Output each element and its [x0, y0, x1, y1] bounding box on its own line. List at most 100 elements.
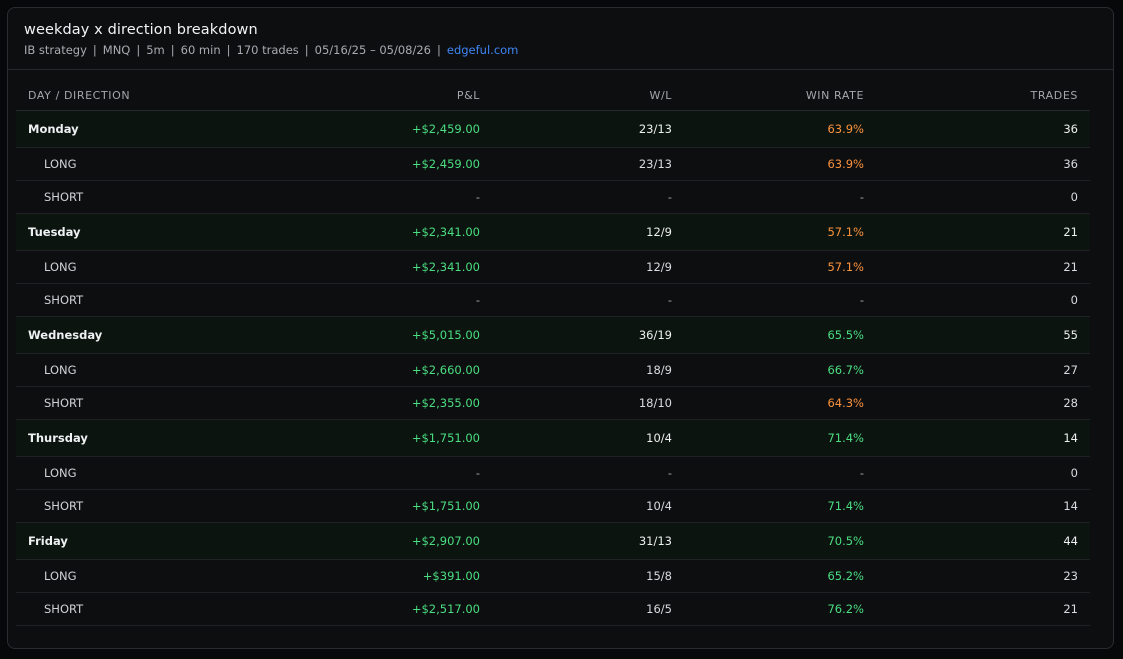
direction-row: LONG +$2,459.00 23/13 63.9% 36 — [16, 147, 1090, 181]
cell-label: SHORT — [16, 283, 193, 317]
cell-pnl: +$2,907.00 — [193, 522, 492, 560]
direction-row: SHORT +$1,751.00 10/4 71.4% 14 — [16, 489, 1090, 523]
cell-trades: 36 — [876, 147, 1090, 181]
cell-wl: 36/19 — [492, 316, 684, 354]
cell-trades: 14 — [876, 419, 1090, 457]
cell-pnl: +$2,459.00 — [193, 110, 492, 148]
cell-wl: 10/4 — [492, 419, 684, 457]
cell-win-rate: 65.2% — [684, 559, 876, 593]
cell-label: SHORT — [16, 489, 193, 523]
direction-row: SHORT +$2,355.00 18/10 64.3% 28 — [16, 386, 1090, 420]
cell-pnl: +$2,355.00 — [193, 386, 492, 420]
direction-row: SHORT - - -0 — [16, 180, 1090, 214]
direction-row: LONG +$391.00 15/8 65.2% 23 — [16, 559, 1090, 593]
subtitle-date-range: 05/16/25 – 05/08/26 — [314, 43, 431, 57]
subtitle-separator: | — [304, 43, 309, 57]
cell-label: Friday — [16, 522, 193, 560]
table-body: Monday +$2,459.00 23/13 63.9% 36 LONG +$2,459.… — [16, 110, 1090, 626]
cell-win-rate: 76.2% — [684, 592, 876, 626]
cell-wl: 15/8 — [492, 559, 684, 593]
cell-trades: 28 — [876, 386, 1090, 420]
cell-pnl: - — [193, 180, 492, 214]
subtitle-separator: | — [136, 43, 141, 57]
day-row: Wednesday +$5,015.00 36/19 65.5% 55 — [16, 316, 1090, 354]
direction-row: LONG +$2,660.00 18/9 66.7% 27 — [16, 353, 1090, 387]
cell-wl: - — [492, 456, 684, 490]
cell-trades: 21 — [876, 250, 1090, 284]
column-header-pnl: P&L — [193, 81, 492, 111]
cell-trades: 21 — [876, 213, 1090, 251]
cell-win-rate: - — [684, 456, 876, 490]
subtitle-separator: | — [437, 43, 441, 57]
cell-trades: 21 — [876, 592, 1090, 626]
subtitle-symbol: MNQ — [102, 43, 131, 57]
card-title: weekday x direction breakdown — [24, 22, 258, 38]
cell-pnl: +$2,517.00 — [193, 592, 492, 626]
cell-win-rate: - — [684, 283, 876, 317]
column-header-wl: W/L — [492, 81, 684, 111]
direction-row: SHORT - - -0 — [16, 283, 1090, 317]
cell-trades: 36 — [876, 110, 1090, 148]
cell-wl: 10/4 — [492, 489, 684, 523]
cell-win-rate: 70.5% — [684, 522, 876, 560]
cell-win-rate: 65.5% — [684, 316, 876, 354]
cell-wl: 23/13 — [492, 147, 684, 181]
cell-pnl: +$2,459.00 — [193, 147, 492, 181]
cell-pnl: +$2,341.00 — [193, 250, 492, 284]
cell-win-rate: 57.1% — [684, 213, 876, 251]
cell-label: Wednesday — [16, 316, 193, 354]
direction-row: LONG - - -0 — [16, 456, 1090, 490]
cell-pnl: +$2,341.00 — [193, 213, 492, 251]
cell-win-rate: 64.3% — [684, 386, 876, 420]
cell-pnl: - — [193, 283, 492, 317]
cell-label: Thursday — [16, 419, 193, 457]
day-row: Thursday +$1,751.00 10/4 71.4% 14 — [16, 419, 1090, 457]
subtitle-strategy: IB strategy — [24, 43, 87, 57]
cell-label: LONG — [16, 456, 193, 490]
card-header: weekday x direction breakdown IB strateg… — [8, 8, 1113, 70]
cell-win-rate: 71.4% — [684, 419, 876, 457]
cell-trades: 55 — [876, 316, 1090, 354]
cell-wl: - — [492, 283, 684, 317]
cell-label: Tuesday — [16, 213, 193, 251]
table-header-row: DAY / DIRECTION P&L W/L WIN RATE TRADES — [16, 81, 1090, 111]
cell-label: LONG — [16, 147, 193, 181]
column-header-trades: TRADES — [876, 81, 1090, 111]
cell-win-rate: 57.1% — [684, 250, 876, 284]
column-header-win-rate: WIN RATE — [684, 81, 876, 111]
cell-trades: 0 — [876, 283, 1090, 317]
cell-wl: 31/13 — [492, 522, 684, 560]
cell-label: SHORT — [16, 180, 193, 214]
cell-trades: 44 — [876, 522, 1090, 560]
edgeful-link[interactable]: edgeful.com — [447, 43, 519, 57]
cell-wl: 12/9 — [492, 250, 684, 284]
direction-row: SHORT +$2,517.00 16/5 76.2% 21 — [16, 592, 1090, 626]
cell-wl: 18/9 — [492, 353, 684, 387]
cell-label: SHORT — [16, 386, 193, 420]
cell-pnl: +$5,015.00 — [193, 316, 492, 354]
card-subtitle: IB strategy | MNQ | 5m | 60 min | 170 trades | 05/… — [24, 42, 1113, 58]
cell-pnl: +$1,751.00 — [193, 489, 492, 523]
cell-wl: - — [492, 180, 684, 214]
cell-wl: 16/5 — [492, 592, 684, 626]
subtitle-separator: | — [226, 43, 231, 57]
cell-trades: 14 — [876, 489, 1090, 523]
cell-pnl: - — [193, 456, 492, 490]
direction-row: LONG +$2,341.00 12/9 57.1% 21 — [16, 250, 1090, 284]
cell-win-rate: 63.9% — [684, 147, 876, 181]
cell-trades: 0 — [876, 180, 1090, 214]
cell-trades: 0 — [876, 456, 1090, 490]
cell-label: LONG — [16, 559, 193, 593]
day-row: Friday +$2,907.00 31/13 70.5% 44 — [16, 522, 1090, 560]
subtitle-separator: | — [92, 43, 97, 57]
cell-label: SHORT — [16, 592, 193, 626]
cell-pnl: +$2,660.00 — [193, 353, 492, 387]
column-header-day-direction: DAY / DIRECTION — [16, 81, 193, 111]
cell-win-rate: 63.9% — [684, 110, 876, 148]
subtitle-window: 60 min — [180, 43, 221, 57]
breakdown-table: DAY / DIRECTION P&L W/L WIN RATE TRADES … — [16, 81, 1090, 626]
subtitle-trade-count: 170 trades — [236, 43, 299, 57]
cell-trades: 23 — [876, 559, 1090, 593]
subtitle-timeframe: 5m — [146, 43, 165, 57]
cell-pnl: +$1,751.00 — [193, 419, 492, 457]
